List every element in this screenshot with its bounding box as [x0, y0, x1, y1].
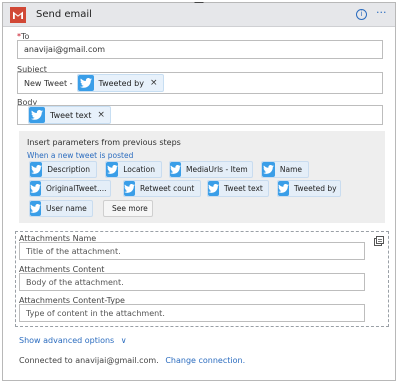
param-chip-mediaurls-item[interactable]: MediaUrls - Item [169, 161, 253, 178]
param-chip-tweet-text[interactable]: Tweet text [207, 180, 269, 197]
chip-label: Tweeted by [294, 184, 337, 193]
twitter-icon [208, 181, 219, 196]
twitter-icon [29, 107, 45, 123]
params-subtitle: When a new tweet is posted [27, 151, 134, 160]
chip-label: Tweet text [224, 184, 263, 193]
twitter-icon [278, 181, 289, 196]
twitter-icon [30, 181, 41, 196]
connection-footer: Connected to anavijai@gmail.com. Change … [19, 356, 245, 365]
param-chip-retweet-count[interactable]: Retweet count [123, 180, 201, 197]
to-field[interactable]: anavijai@gmail.com [17, 40, 383, 59]
more-icon[interactable]: ··· [376, 6, 387, 19]
send-email-card: Send email i ··· *To anavijai@gmail.com … [2, 2, 396, 381]
gmail-icon [10, 7, 26, 23]
body-token-label: Tweet text [50, 110, 92, 120]
attachment-icon[interactable] [374, 236, 384, 246]
twitter-icon [262, 162, 275, 177]
twitter-icon [170, 162, 181, 177]
subject-prefix: New Tweet - [24, 78, 73, 88]
see-more-button[interactable]: See more [103, 200, 153, 217]
twitter-icon [124, 181, 135, 196]
remove-token-icon[interactable]: × [150, 78, 158, 88]
attachments-content-placeholder: Body of the attachment. [26, 277, 124, 287]
twitter-icon [77, 75, 94, 91]
body-field[interactable]: Tweet text × [17, 105, 383, 125]
attachments-content-type-field[interactable]: Type of content in the attachment. [19, 304, 365, 322]
chip-label: User name [46, 204, 87, 213]
attachments-content-field[interactable]: Body of the attachment. [19, 273, 365, 291]
chip-label: Retweet count [140, 184, 195, 193]
twitter-icon [30, 201, 41, 216]
dynamic-content-panel: Insert parameters from previous steps Wh… [19, 131, 385, 223]
chip-label: Name [279, 165, 302, 174]
params-title: Insert parameters from previous steps [27, 138, 181, 147]
subject-field[interactable]: New Tweet - Tweeted by × [17, 72, 383, 94]
change-connection-link[interactable]: Change connection. [165, 356, 245, 365]
remove-token-icon[interactable]: × [97, 110, 105, 120]
connected-text: Connected to anavijai@gmail.com. [19, 356, 159, 365]
to-value: anavijai@gmail.com [24, 45, 106, 54]
param-chip-description[interactable]: Description [29, 161, 97, 178]
twitter-icon [30, 162, 43, 177]
param-chip-tweeted-by[interactable]: Tweeted by [277, 180, 341, 197]
subject-token-tweeted-by[interactable]: Tweeted by × [76, 74, 164, 92]
param-chip-location[interactable]: Location [105, 161, 162, 178]
body-token-tweet-text[interactable]: Tweet text × [28, 106, 111, 124]
chip-label: MediaUrls - Item [186, 165, 248, 174]
param-chip-user-name[interactable]: User name [29, 200, 93, 217]
advanced-label: Show advanced options [19, 336, 115, 345]
card-header[interactable]: Send email i ··· [3, 3, 395, 27]
subject-token-label: Tweeted by [98, 78, 144, 88]
param-chip-name[interactable]: Name [261, 161, 309, 178]
attachments-content-type-placeholder: Type of content in the attachment. [26, 308, 165, 318]
info-icon[interactable]: i [356, 9, 367, 20]
attachments-name-placeholder: Title of the attachment. [26, 246, 121, 256]
card-title: Send email [36, 9, 92, 20]
param-chip-originaltweet[interactable]: OriginalTweet.... [29, 180, 111, 197]
attachments-name-field[interactable]: Title of the attachment. [19, 242, 365, 260]
chip-label: Description [47, 165, 90, 174]
chip-label: OriginalTweet.... [46, 184, 107, 193]
chevron-down-icon: ∨ [120, 336, 127, 345]
show-advanced-options-link[interactable]: Show advanced options ∨ [19, 336, 127, 345]
chip-label: Location [123, 165, 155, 174]
twitter-icon [106, 162, 119, 177]
